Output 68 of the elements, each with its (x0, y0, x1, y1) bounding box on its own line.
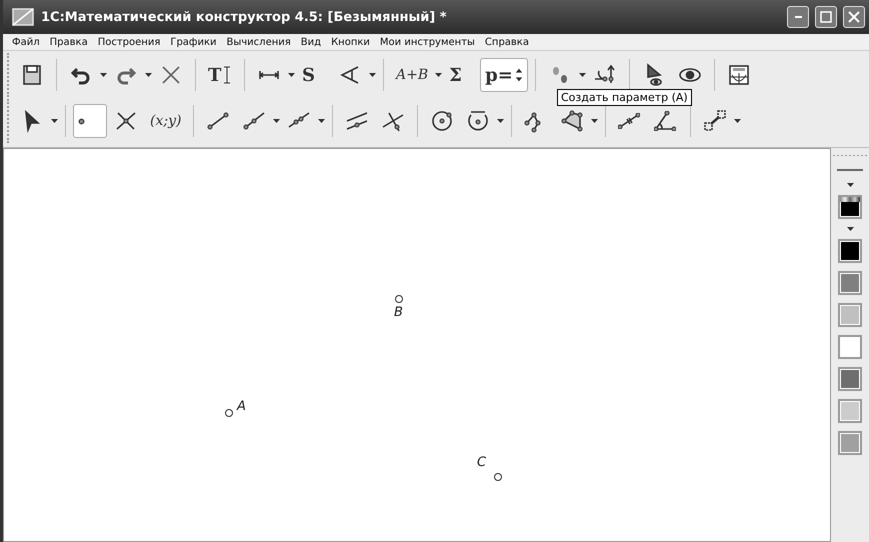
dropdown-arrow-icon[interactable] (846, 183, 854, 187)
grip-icon (833, 154, 867, 157)
menu-item[interactable]: Вид (296, 36, 326, 48)
window-title: 1С:Математический конструктор 4.5: [Безымянный] * (41, 10, 448, 24)
glyph-label: p= (485, 64, 513, 86)
dropdown-arrow-icon[interactable] (51, 119, 58, 123)
dropdown-arrow-icon[interactable] (591, 119, 598, 123)
color-swatch[interactable] (838, 335, 862, 359)
dropdown-arrow-icon[interactable] (578, 73, 586, 77)
dropdown-arrow-icon[interactable] (318, 119, 326, 123)
point-marker[interactable] (395, 295, 403, 303)
maximize-icon (820, 11, 832, 23)
tool-button[interactable]: Σ (444, 58, 478, 92)
menu-item[interactable]: Справка (480, 36, 534, 48)
color-swatch[interactable] (838, 367, 862, 391)
tool-button[interactable]: A+B (391, 58, 434, 92)
spinner-icon (514, 67, 523, 83)
color-swatch[interactable] (838, 195, 862, 219)
tooltip: Создать параметр (А) (557, 89, 692, 106)
close-icon (848, 11, 860, 23)
save-icon (20, 63, 44, 87)
minimize-button[interactable] (787, 6, 809, 28)
tool-button[interactable]: S (297, 58, 331, 92)
point-marker[interactable] (225, 409, 233, 417)
angle-icon (654, 111, 676, 131)
glyph-label: S (302, 64, 315, 86)
tool-button[interactable]: p= (480, 58, 528, 92)
dropdown-arrow-icon[interactable] (100, 73, 107, 77)
close-button[interactable] (843, 6, 865, 28)
midpoint-icon (618, 113, 640, 129)
dropdown-arrow-icon[interactable] (734, 119, 742, 123)
tool-button[interactable]: (x;y) (145, 104, 186, 138)
tool-button[interactable]: T (203, 58, 237, 92)
circle-radius-icon (466, 109, 490, 133)
circle-icon (430, 109, 454, 133)
menu-item[interactable]: Мои инструменты (374, 36, 480, 48)
dropdown-arrow-icon[interactable] (435, 73, 442, 77)
dropdown-arrow-icon[interactable] (846, 227, 854, 231)
point-label: B (394, 305, 403, 320)
menu-item[interactable]: Файл (7, 36, 45, 48)
color-swatch[interactable] (838, 399, 862, 423)
dropdown-arrow-icon[interactable] (497, 119, 504, 123)
graph-window-icon (726, 63, 751, 87)
glyph-label: T (208, 64, 222, 86)
dropdown-arrow-icon[interactable] (369, 73, 376, 77)
dropdown-arrow-icon[interactable] (288, 73, 295, 77)
transform-icon (703, 109, 728, 133)
dropdown-arrow-icon[interactable] (145, 73, 152, 77)
glyph-label: Σ (449, 64, 462, 86)
menu-item[interactable]: Кнопки (326, 36, 375, 48)
color-swatch[interactable] (838, 431, 862, 455)
polygon-icon (560, 109, 584, 133)
point-icon (78, 118, 85, 124)
point-label: C (477, 455, 486, 470)
color-swatch[interactable] (838, 303, 862, 327)
color-swatch[interactable] (838, 239, 862, 263)
maximize-button[interactable] (815, 6, 837, 28)
text-cursor-icon (223, 66, 232, 84)
menu-item[interactable]: Правка (44, 36, 93, 48)
point-label: A (237, 399, 246, 414)
app-logo-icon (11, 5, 35, 29)
dropdown-arrow-icon[interactable] (273, 119, 280, 123)
point-marker[interactable] (494, 473, 502, 481)
menu-item[interactable]: Построения (92, 36, 166, 48)
menu-item[interactable]: Графики (165, 36, 222, 48)
minimize-icon (794, 16, 802, 18)
color-swatch[interactable] (838, 271, 862, 295)
menu-item[interactable]: Вычисления (222, 36, 296, 48)
